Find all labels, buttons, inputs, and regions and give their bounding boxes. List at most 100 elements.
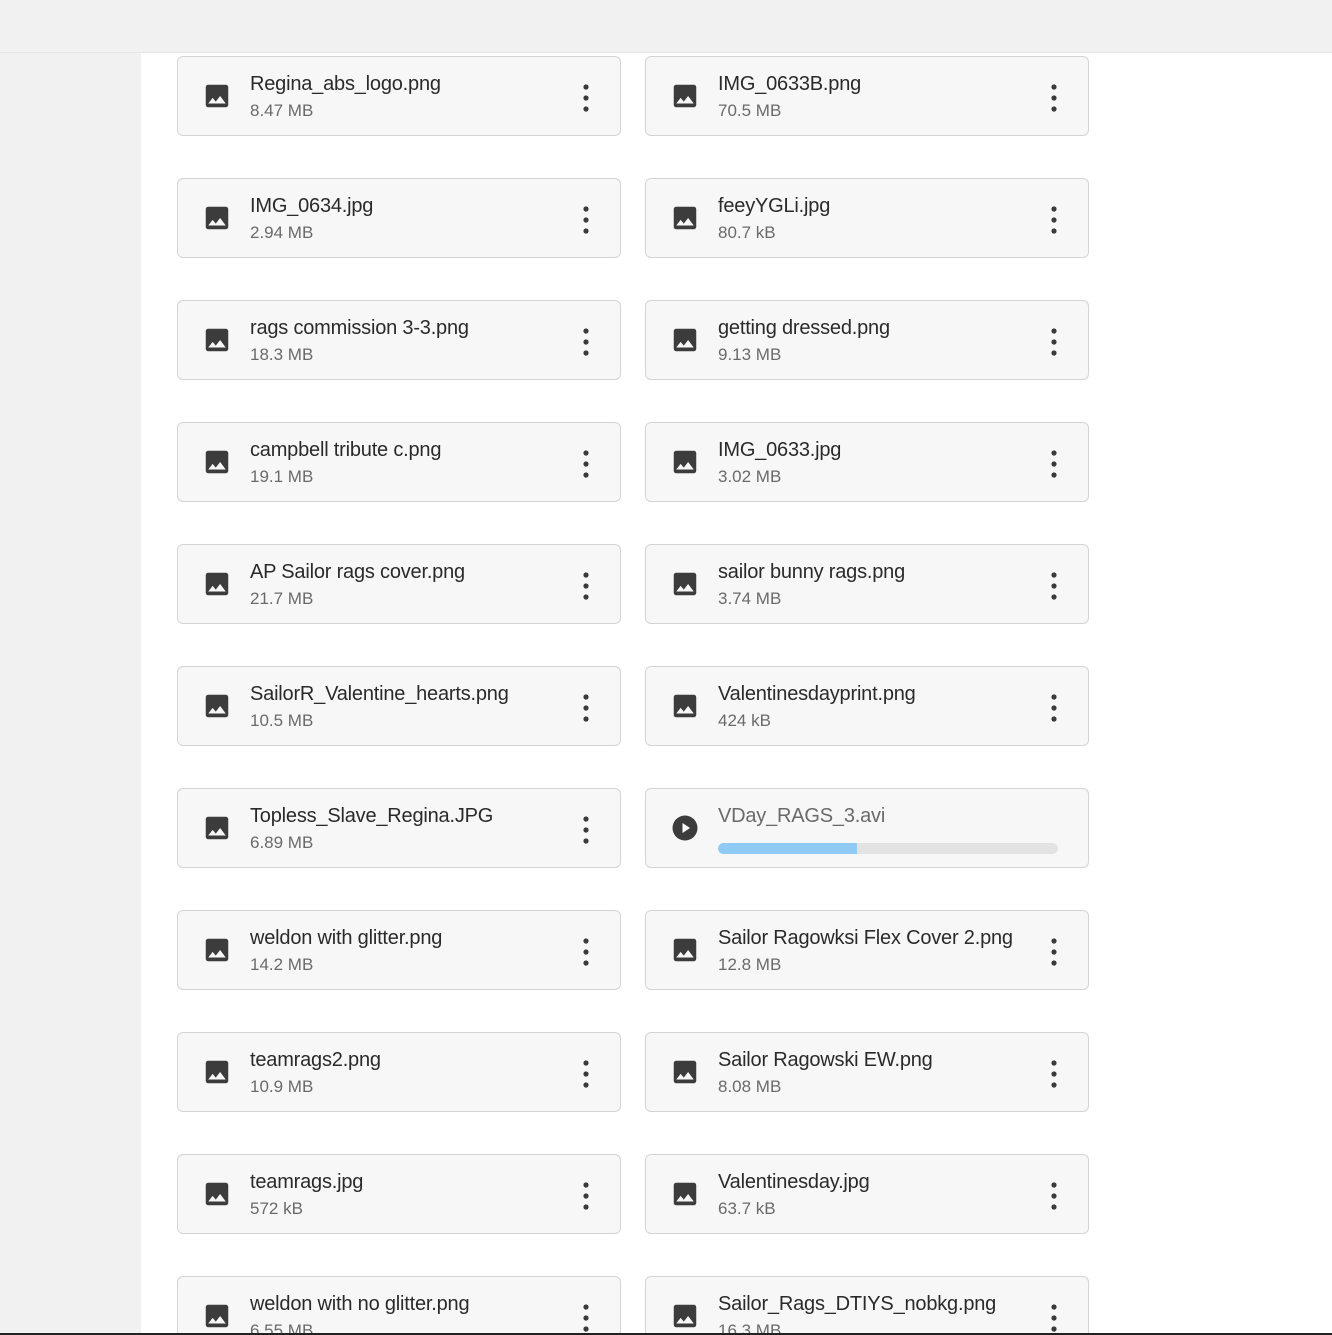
- more-options-icon[interactable]: [574, 447, 598, 481]
- file-size: 9.13 MB: [718, 345, 782, 364]
- file-size: 2.94 MB: [250, 223, 314, 242]
- file-card[interactable]: feeyYGLi.jpg 80.7 kB: [645, 178, 1089, 258]
- file-name: teamrags2.png: [250, 1049, 381, 1071]
- file-card[interactable]: teamrags.jpg 572 kB: [177, 1154, 621, 1234]
- file-size: 80.7 kB: [718, 223, 776, 242]
- more-options-icon[interactable]: [574, 81, 598, 115]
- file-name: AP Sailor rags cover.png: [250, 561, 465, 583]
- file-card[interactable]: IMG_0633.jpg 3.02 MB: [645, 422, 1089, 502]
- file-size: 8.08 MB: [718, 1077, 782, 1096]
- file-name: weldon with glitter.png: [250, 927, 443, 949]
- more-options-icon[interactable]: [1042, 1057, 1066, 1091]
- file-name: IMG_0633.jpg: [718, 439, 842, 461]
- file-card[interactable]: rags commission 3-3.png 18.3 MB: [177, 300, 621, 380]
- more-options-icon[interactable]: [1042, 447, 1066, 481]
- file-card[interactable]: Valentinesday.jpg 63.7 kB: [645, 1154, 1089, 1234]
- upload-progress-bar: [718, 843, 1058, 854]
- image-icon: [670, 447, 700, 477]
- image-icon: [202, 935, 232, 965]
- more-options-icon[interactable]: [1042, 1301, 1066, 1335]
- file-card[interactable]: VDay_RAGS_3.avi: [645, 788, 1089, 868]
- upload-progress-fill: [718, 843, 858, 854]
- more-options-icon[interactable]: [574, 325, 598, 359]
- image-icon: [202, 1179, 232, 1209]
- file-name: IMG_0634.jpg: [250, 195, 374, 217]
- image-icon: [202, 203, 232, 233]
- file-size: 21.7 MB: [250, 589, 314, 608]
- image-icon: [202, 569, 232, 599]
- more-options-icon[interactable]: [574, 935, 598, 969]
- image-icon: [202, 81, 232, 111]
- file-name: campbell tribute c.png: [250, 439, 442, 461]
- image-icon: [670, 935, 700, 965]
- file-card[interactable]: SailorR_Valentine_hearts.png 10.5 MB: [177, 666, 621, 746]
- image-icon: [202, 813, 232, 843]
- more-options-icon[interactable]: [1042, 203, 1066, 237]
- file-size: 63.7 kB: [718, 1199, 776, 1218]
- more-options-icon[interactable]: [574, 691, 598, 725]
- image-icon: [202, 1301, 232, 1331]
- top-bar: [0, 0, 1332, 53]
- more-options-icon[interactable]: [1042, 935, 1066, 969]
- file-name: sailor bunny rags.png: [718, 561, 906, 583]
- image-icon: [670, 203, 700, 233]
- file-list-panel: Regina_abs_logo.png 8.47 MB IMG_0633B.png 7…: [141, 53, 1332, 1335]
- more-options-icon[interactable]: [1042, 81, 1066, 115]
- left-sidebar: [0, 53, 141, 1335]
- file-card[interactable]: campbell tribute c.png 19.1 MB: [177, 422, 621, 502]
- file-size: 10.5 MB: [250, 711, 314, 730]
- file-size: 3.02 MB: [718, 467, 782, 486]
- file-card[interactable]: IMG_0633B.png 70.5 MB: [645, 56, 1089, 136]
- file-size: 10.9 MB: [250, 1077, 314, 1096]
- image-icon: [670, 691, 700, 721]
- more-options-icon[interactable]: [1042, 1179, 1066, 1213]
- image-icon: [202, 691, 232, 721]
- file-grid: Regina_abs_logo.png 8.47 MB IMG_0633B.png 7…: [177, 56, 1089, 1335]
- file-name: Sailor Ragowski EW.png: [718, 1049, 933, 1071]
- file-size: 18.3 MB: [250, 345, 314, 364]
- more-options-icon[interactable]: [574, 569, 598, 603]
- image-icon: [670, 1179, 700, 1209]
- file-name: VDay_RAGS_3.avi: [718, 805, 886, 827]
- file-card[interactable]: weldon with no glitter.png 6.55 MB: [177, 1276, 621, 1335]
- file-card[interactable]: Regina_abs_logo.png 8.47 MB: [177, 56, 621, 136]
- file-size: 70.5 MB: [718, 101, 782, 120]
- file-size: 572 kB: [250, 1199, 303, 1218]
- file-card[interactable]: Valentinesdayprint.png 424 kB: [645, 666, 1089, 746]
- more-options-icon[interactable]: [574, 1179, 598, 1213]
- play-icon: [670, 813, 700, 843]
- file-size: 424 kB: [718, 711, 771, 730]
- file-size: 3.74 MB: [718, 589, 782, 608]
- file-card[interactable]: teamrags2.png 10.9 MB: [177, 1032, 621, 1112]
- file-card[interactable]: getting dressed.png 9.13 MB: [645, 300, 1089, 380]
- image-icon: [670, 325, 700, 355]
- file-card[interactable]: IMG_0634.jpg 2.94 MB: [177, 178, 621, 258]
- more-options-icon[interactable]: [574, 203, 598, 237]
- file-size: 19.1 MB: [250, 467, 314, 486]
- file-size: 6.89 MB: [250, 833, 314, 852]
- file-card[interactable]: Sailor Ragowski EW.png 8.08 MB: [645, 1032, 1089, 1112]
- image-icon: [670, 81, 700, 111]
- image-icon: [202, 325, 232, 355]
- file-name: IMG_0633B.png: [718, 73, 862, 95]
- image-icon: [670, 1301, 700, 1331]
- more-options-icon[interactable]: [574, 1057, 598, 1091]
- image-icon: [202, 447, 232, 477]
- more-options-icon[interactable]: [1042, 569, 1066, 603]
- more-options-icon[interactable]: [574, 813, 598, 847]
- file-size: 8.47 MB: [250, 101, 314, 120]
- image-icon: [670, 569, 700, 599]
- file-card[interactable]: weldon with glitter.png 14.2 MB: [177, 910, 621, 990]
- image-icon: [202, 1057, 232, 1087]
- more-options-icon[interactable]: [1042, 691, 1066, 725]
- more-options-icon[interactable]: [1042, 325, 1066, 359]
- file-card[interactable]: AP Sailor rags cover.png 21.7 MB: [177, 544, 621, 624]
- file-name: teamrags.jpg: [250, 1171, 364, 1193]
- file-card[interactable]: Sailor_Rags_DTIYS_nobkg.png 16.3 MB: [645, 1276, 1089, 1335]
- file-card[interactable]: sailor bunny rags.png 3.74 MB: [645, 544, 1089, 624]
- file-card[interactable]: Topless_Slave_Regina.JPG 6.89 MB: [177, 788, 621, 868]
- file-card[interactable]: Sailor Ragowksi Flex Cover 2.png 12.8 MB: [645, 910, 1089, 990]
- file-name: Regina_abs_logo.png: [250, 73, 441, 95]
- file-name: rags commission 3-3.png: [250, 317, 469, 339]
- more-options-icon[interactable]: [574, 1301, 598, 1335]
